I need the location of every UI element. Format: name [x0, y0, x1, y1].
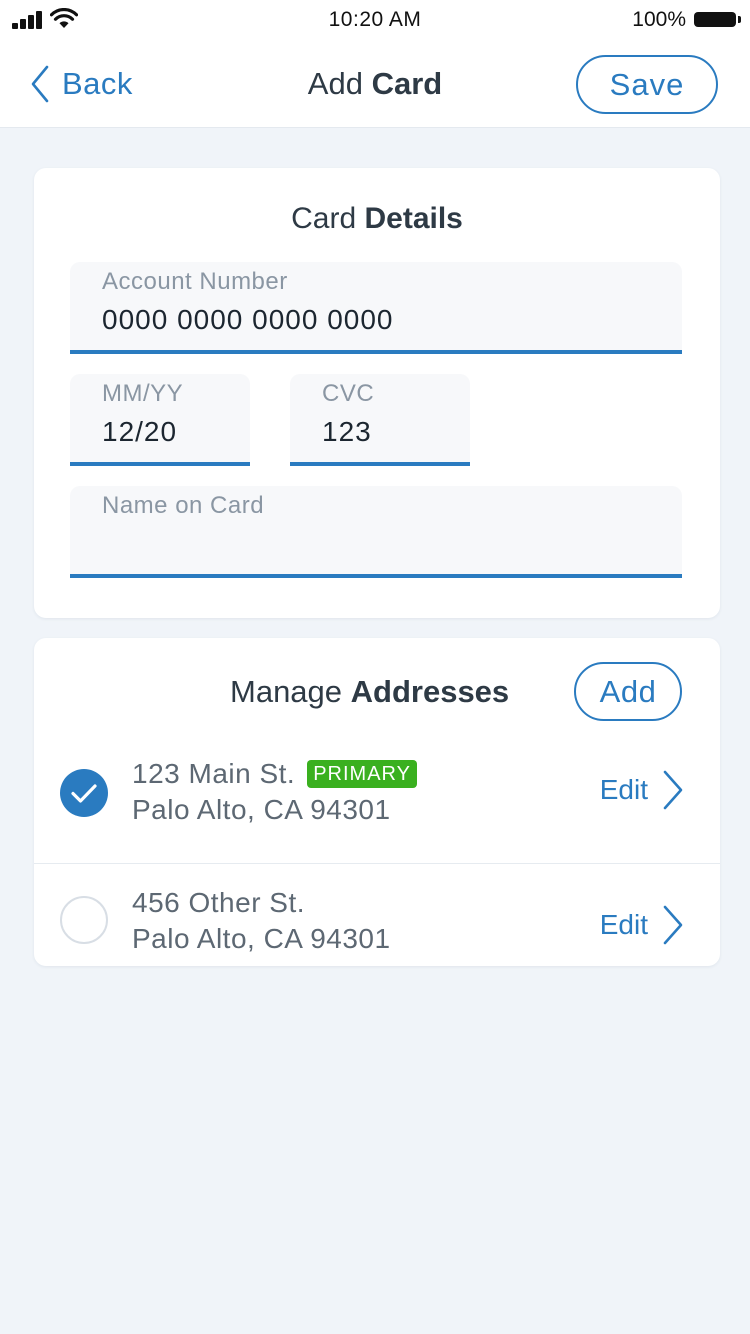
add-address-button[interactable]: Add	[574, 662, 682, 721]
edit-address-button[interactable]: Edit	[600, 768, 684, 812]
expiry-field[interactable]: MM/YY 12/20	[70, 374, 250, 466]
edit-label: Edit	[599, 909, 648, 940]
address-street: 123 Main St.	[132, 758, 296, 789]
status-bar: 10:20 AM 100%	[0, 0, 750, 40]
chevron-right-icon	[663, 905, 683, 945]
expiry-label: MM/YY	[102, 380, 184, 407]
manage-addresses-title-bold: Addresses	[350, 674, 510, 709]
account-number-label: Account Number	[102, 268, 288, 295]
account-number-field[interactable]: Account Number 0000 0000 0000 0000	[70, 262, 682, 354]
edit-address-button[interactable]: Edit	[600, 903, 684, 947]
manage-addresses-title-light: Manage	[230, 674, 351, 709]
name-on-card-field[interactable]: Name on Card	[70, 486, 682, 578]
page-title-light: Add	[307, 66, 372, 101]
address-row[interactable]: 123 Main St. PRIMARY Palo Alto, CA 94301…	[34, 746, 720, 864]
cvc-field[interactable]: CVC 123	[290, 374, 470, 466]
address-city: Palo Alto, CA 94301	[132, 794, 391, 825]
card-details-title: Card Details	[34, 202, 720, 236]
card-details-title-light: Card	[291, 202, 365, 235]
chevron-right-icon	[663, 770, 683, 810]
address-street: 456 Other St.	[132, 887, 306, 918]
cvc-label: CVC	[322, 380, 375, 407]
address-city: Palo Alto, CA 94301	[132, 923, 391, 954]
edit-label: Edit	[599, 774, 648, 805]
save-button[interactable]: Save	[576, 55, 718, 114]
address-line1: 456 Other St.	[132, 887, 305, 919]
card-details-panel: Card Details Account Number 0000 0000 00…	[34, 168, 720, 618]
address-row[interactable]: 456 Other St. Palo Alto, CA 94301 Edit	[34, 865, 720, 983]
page-title-bold: Card	[371, 66, 443, 101]
card-details-title-bold: Details	[364, 202, 463, 235]
name-on-card-label: Name on Card	[102, 492, 265, 519]
checkmark-icon	[71, 784, 97, 803]
battery-percentage: 100%	[632, 8, 686, 31]
manage-addresses-title: Manage Addresses	[230, 674, 509, 710]
account-number-value: 0000 0000 0000 0000	[102, 304, 394, 335]
primary-badge: PRIMARY	[307, 760, 417, 788]
expiry-value: 12/20	[102, 416, 178, 447]
battery-icon	[694, 12, 741, 27]
address-line1: 123 Main St. PRIMARY	[132, 758, 417, 790]
address-radio-unchecked[interactable]	[60, 896, 108, 944]
address-radio-checked[interactable]	[60, 769, 108, 817]
manage-addresses-panel: Manage Addresses Add 123 Main St. PRIMAR…	[34, 638, 720, 966]
cvc-value: 123	[322, 416, 372, 447]
top-bar: 10:20 AM 100% Back Add Card Save	[0, 0, 750, 128]
